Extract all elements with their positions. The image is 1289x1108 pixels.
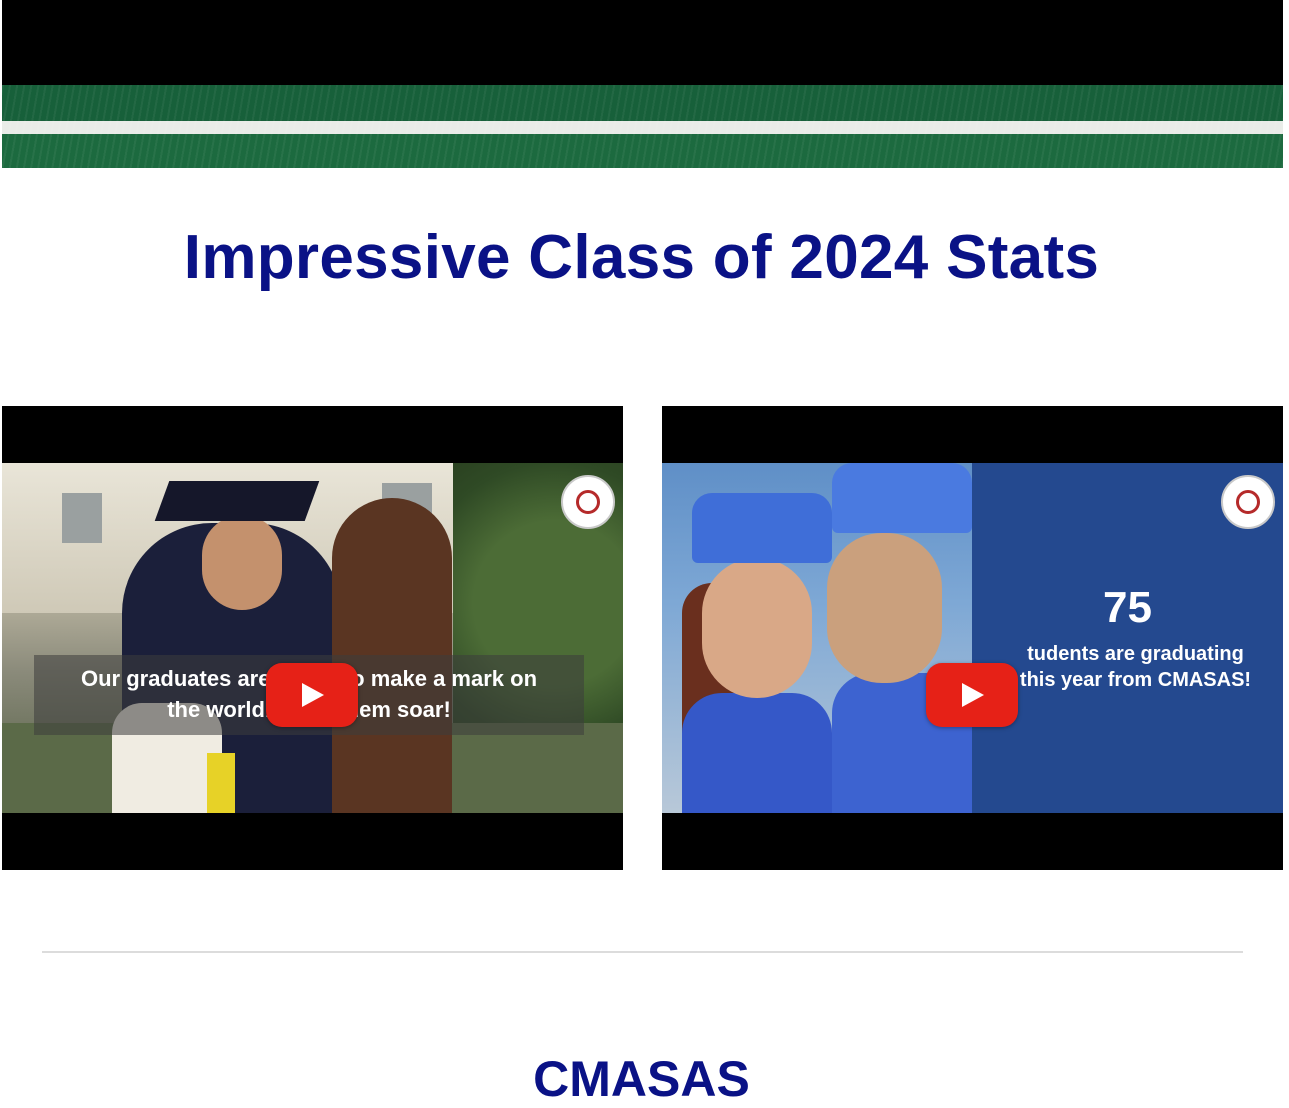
thumbnail-cap xyxy=(692,493,832,563)
thumbnail-cap xyxy=(832,463,972,533)
thumbnail-face xyxy=(827,533,942,683)
thumbnail-window xyxy=(62,493,102,543)
stat-text: tudents are graduating this year from CM… xyxy=(980,641,1283,693)
section-heading: CMASAS xyxy=(533,1051,750,1107)
video-thumbnail: 75 tudents are graduating this year from… xyxy=(662,463,1283,813)
thumbnail-gown xyxy=(682,693,832,813)
youtube-play-icon[interactable] xyxy=(266,663,358,727)
section-divider xyxy=(42,951,1243,953)
stat-line: tudents are graduating xyxy=(1027,643,1244,665)
thumbnail-stole xyxy=(207,753,235,813)
thumbnail-face xyxy=(702,558,812,698)
thumbnail-mortarboard xyxy=(154,481,320,521)
video-player-graduates[interactable]: Our graduates are to make a mark on the … xyxy=(2,406,623,870)
page-title: Impressive Class of 2024 Stats xyxy=(183,223,1100,292)
youtube-play-icon[interactable] xyxy=(926,663,1018,727)
thumbnail-face xyxy=(202,515,282,610)
thumbnail-photo xyxy=(662,463,972,813)
header-banner xyxy=(2,0,1283,168)
video-thumbnail: Our graduates are to make a mark on the … xyxy=(2,463,623,813)
video-player-students-graduating[interactable]: 75 tudents are graduating this year from… xyxy=(662,406,1283,870)
stat-number: 75 xyxy=(1103,583,1152,632)
banner-texture xyxy=(2,85,1283,168)
school-seal-icon xyxy=(1221,475,1275,529)
school-seal-icon xyxy=(561,475,615,529)
stat-line: this year from CMASAS! xyxy=(1019,669,1252,691)
